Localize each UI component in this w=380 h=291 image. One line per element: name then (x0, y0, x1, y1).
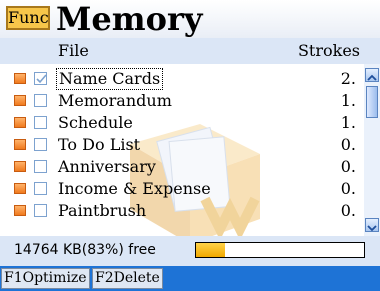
file-type-icon (14, 117, 26, 128)
item-strokes: 0. (340, 201, 356, 220)
checkmark-icon (36, 74, 47, 84)
item-name: Paintbrush (58, 201, 147, 220)
list-item[interactable]: Income & Expense 0. (0, 178, 360, 200)
file-type-icon (14, 73, 26, 84)
item-name: Schedule (58, 113, 133, 132)
func-button[interactable]: Func (6, 6, 50, 30)
list-scrollbar[interactable] (364, 64, 380, 236)
item-checkbox[interactable] (34, 72, 47, 85)
column-header-file[interactable]: File (58, 38, 89, 64)
status-bar: 14764 KB(83%) free (0, 236, 380, 266)
item-name: To Do List (58, 135, 141, 154)
scroll-down-button[interactable] (365, 218, 379, 232)
file-type-icon (14, 161, 26, 172)
list-item[interactable]: Schedule 1. (0, 112, 360, 134)
item-strokes: 1. (340, 113, 356, 132)
item-checkbox[interactable] (34, 182, 47, 195)
scroll-up-button[interactable] (365, 68, 379, 82)
item-strokes: 1. (340, 91, 356, 110)
list-header: File Strokes (0, 38, 380, 64)
memory-usage-bar (195, 242, 365, 258)
file-type-icon (14, 95, 26, 106)
f1-optimize-button[interactable]: F1Optimize (1, 268, 90, 289)
list-item[interactable]: Paintbrush 0. (0, 200, 360, 222)
item-strokes: 0. (340, 179, 356, 198)
item-name: Income & Expense (58, 179, 211, 198)
chevron-up-icon (367, 74, 377, 81)
column-header-strokes[interactable]: Strokes (298, 38, 360, 64)
free-memory-text: 14764 KB(83%) free (14, 242, 156, 258)
title-bar: Func Memory (0, 0, 380, 38)
page-title: Memory (56, 0, 203, 38)
chevron-down-icon (367, 225, 377, 232)
file-list: Name Cards 2. Memorandum 1. Schedule 1. … (0, 64, 380, 236)
file-type-icon (14, 183, 26, 194)
item-strokes: 0. (340, 135, 356, 154)
list-item[interactable]: Name Cards 2. (0, 68, 360, 90)
memory-usage-fill (196, 243, 225, 257)
item-checkbox[interactable] (34, 160, 47, 173)
item-checkbox[interactable] (34, 94, 47, 107)
item-strokes: 2. (340, 69, 356, 88)
item-checkbox[interactable] (34, 116, 47, 129)
scroll-thumb[interactable] (366, 86, 378, 118)
item-name: Anniversary (58, 157, 156, 176)
file-type-icon (14, 139, 26, 150)
item-checkbox[interactable] (34, 204, 47, 217)
f2-delete-button[interactable]: F2Delete (92, 268, 163, 289)
function-key-bar: F1Optimize F2Delete (0, 266, 380, 291)
list-item[interactable]: Memorandum 1. (0, 90, 360, 112)
file-type-icon (14, 205, 26, 216)
list-item[interactable]: Anniversary 0. (0, 156, 360, 178)
item-checkbox[interactable] (34, 138, 47, 151)
list-item[interactable]: To Do List 0. (0, 134, 360, 156)
item-name: Name Cards (56, 68, 164, 90)
item-name: Memorandum (58, 91, 172, 110)
item-strokes: 0. (340, 157, 356, 176)
